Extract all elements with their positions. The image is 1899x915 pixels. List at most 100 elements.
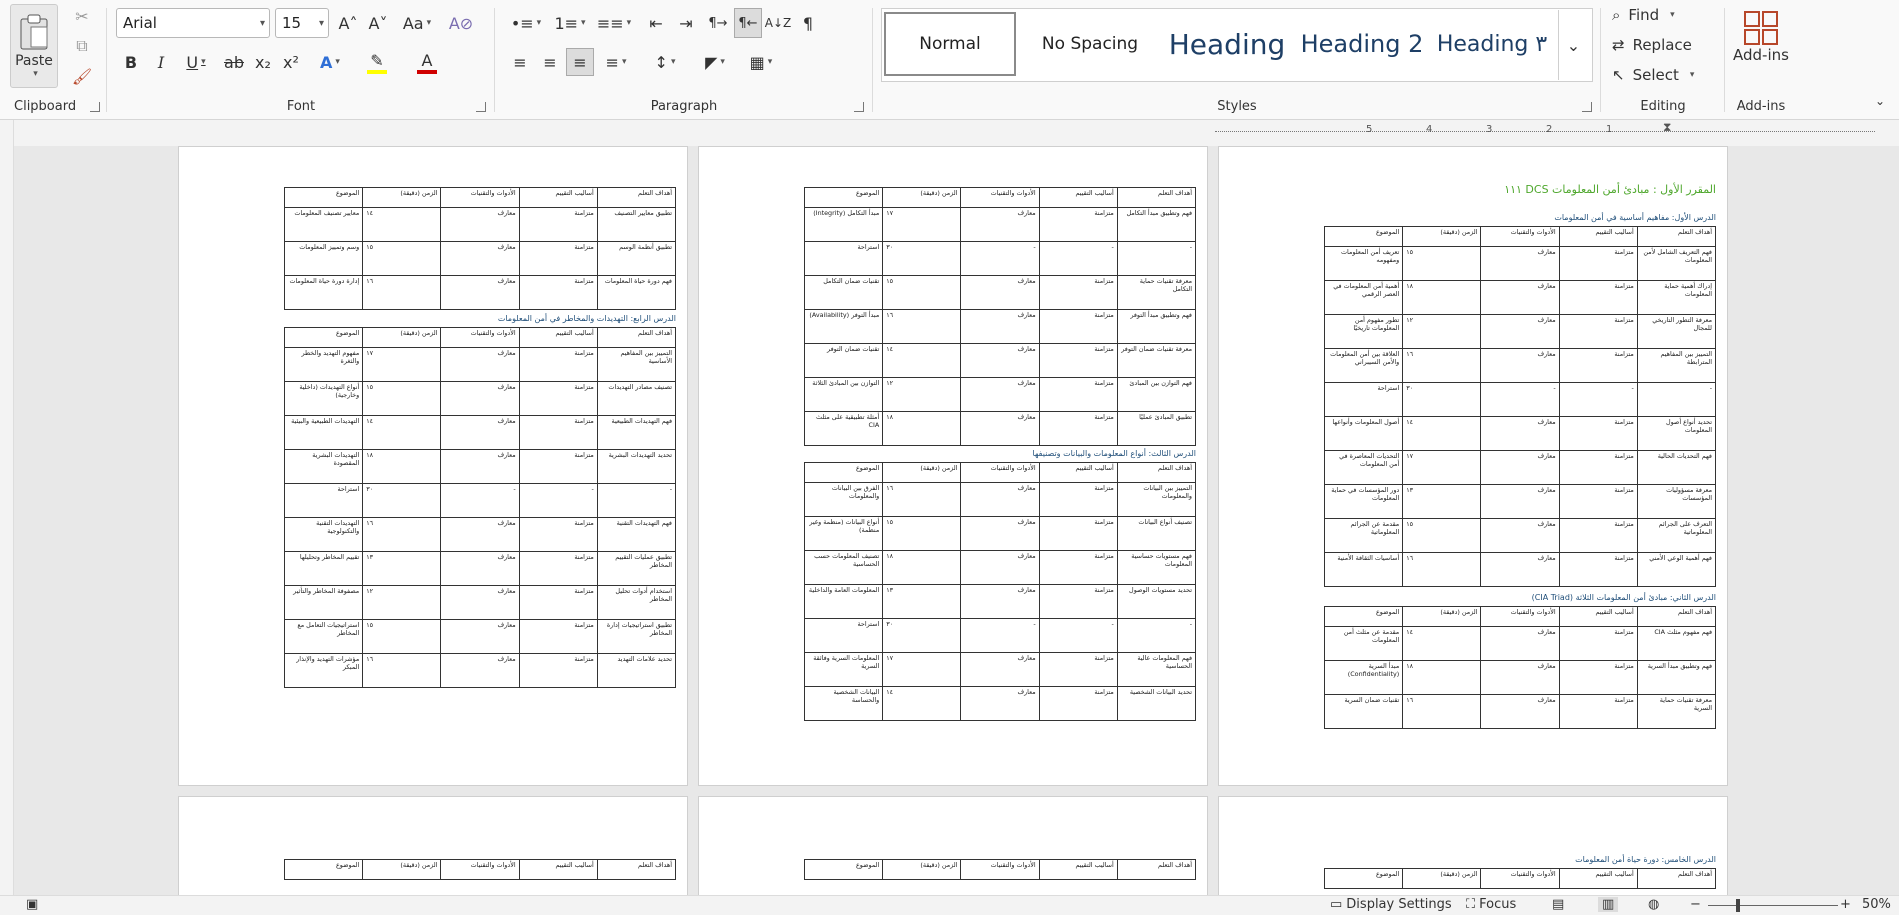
style-normal[interactable]: Normal bbox=[884, 12, 1016, 76]
font-color-button[interactable]: A bbox=[404, 48, 450, 76]
paste-button[interactable]: Paste ▾ bbox=[10, 4, 58, 88]
shading-button[interactable]: ◤ ▾ bbox=[694, 48, 736, 76]
zoom-level[interactable]: 50% bbox=[1862, 897, 1891, 912]
table-cell: ١٥ bbox=[1402, 518, 1482, 553]
table-cell: معرفة التطور التاريخي للمجال bbox=[1636, 314, 1717, 349]
table-cell: - bbox=[1116, 241, 1197, 276]
column-header: الموضوع bbox=[283, 327, 364, 348]
zoom-slider[interactable] bbox=[1708, 905, 1838, 906]
table-cell: فهم وتطبيق مبدأ التوفر bbox=[1116, 309, 1197, 344]
separator bbox=[872, 8, 873, 112]
style-heading-1[interactable]: Heading bbox=[1160, 12, 1294, 76]
format-painter-button[interactable]: 🖌 bbox=[70, 64, 94, 88]
table-cell: متزامنة bbox=[1558, 484, 1638, 519]
cut-button[interactable]: ✂ bbox=[70, 4, 94, 28]
vertical-ruler[interactable] bbox=[0, 120, 14, 895]
font-color-bar bbox=[417, 69, 437, 74]
clipboard-icon bbox=[20, 14, 48, 50]
text-effects-button[interactable]: A ▾ bbox=[310, 48, 350, 76]
style-no-spacing[interactable]: No Spacing bbox=[1020, 12, 1160, 76]
multilevel-list-button[interactable]: ≡≡ ▾ bbox=[594, 8, 634, 38]
table-row: معرفة مسؤوليات المؤسسات متزامنة معارف ١٣ دور… bbox=[1323, 484, 1717, 519]
subscript-button[interactable]: x₂ bbox=[250, 48, 276, 76]
indent-marker-icon[interactable]: ⧗ bbox=[1663, 120, 1671, 135]
decrease-indent-button[interactable]: ⇤ bbox=[642, 8, 670, 38]
table-row: التمييز بين المفاهيم الأساسية متزامنة معار… bbox=[283, 347, 677, 382]
align-left-button[interactable]: ≡ bbox=[506, 48, 534, 76]
line-spacing-button[interactable]: ↕ ▾ bbox=[644, 48, 686, 76]
superscript-button[interactable]: x² bbox=[278, 48, 304, 76]
font-name-combo[interactable]: Arial ▾ bbox=[116, 8, 270, 38]
print-layout-button[interactable]: ▥ bbox=[1598, 897, 1619, 912]
table-cell: متزامنة bbox=[518, 585, 598, 620]
justify-button[interactable]: ≡ ▾ bbox=[596, 48, 636, 76]
table-cell: التحديات المعاصرة في أمن المعلومات bbox=[1323, 450, 1404, 485]
table-cell: معارف bbox=[960, 411, 1040, 446]
table-cell: تقنيات ضمان السرية bbox=[1323, 694, 1404, 729]
document-canvas[interactable]: أهداف التعلم أساليب التقييم الأدوات والتقن… bbox=[14, 146, 1899, 895]
bullets-button[interactable]: •≡ ▾ bbox=[506, 8, 546, 38]
table-cell: ١٤ bbox=[1402, 626, 1482, 661]
column-header: أساليب التقييم bbox=[518, 327, 598, 348]
rtl-button[interactable]: ¶← bbox=[734, 8, 762, 38]
document-page: أهداف التعلم أساليب التقييم الأدوات والتقن… bbox=[698, 146, 1208, 786]
sort-button[interactable]: A↓Z bbox=[764, 8, 792, 38]
paragraph-launcher[interactable] bbox=[854, 102, 864, 112]
ltr-button[interactable]: ¶→ bbox=[704, 8, 732, 38]
table-header-row: أهداف التعلم أساليب التقييم الأدوات والتقن… bbox=[283, 187, 677, 208]
numbering-button[interactable]: 1≡ ▾ bbox=[550, 8, 590, 38]
read-mode-button[interactable]: ▤ bbox=[1552, 897, 1564, 912]
clipboard-launcher[interactable] bbox=[90, 102, 100, 112]
copy-button[interactable]: ⧉ bbox=[70, 34, 94, 58]
replace-button[interactable]: ⇄ Replace bbox=[1612, 32, 1712, 58]
styles-launcher[interactable] bbox=[1582, 102, 1592, 112]
increase-indent-button[interactable]: ⇥ bbox=[672, 8, 700, 38]
zoom-in-button[interactable]: + bbox=[1840, 897, 1851, 912]
styles-more-button[interactable]: ⌄ bbox=[1558, 10, 1588, 80]
focus-button[interactable]: ⛶ Focus bbox=[1466, 897, 1516, 912]
highlight-button[interactable]: ✎ bbox=[354, 48, 400, 76]
style-heading-3[interactable]: Heading ٣ bbox=[1430, 12, 1554, 76]
web-layout-button[interactable]: ◍ bbox=[1648, 897, 1659, 912]
zoom-out-button[interactable]: − bbox=[1690, 897, 1701, 912]
table-cell: - bbox=[596, 483, 677, 518]
find-button[interactable]: ⌕ Find ▾ bbox=[1612, 2, 1712, 28]
bold-button[interactable]: B bbox=[118, 48, 144, 76]
zoom-slider-thumb[interactable] bbox=[1736, 899, 1740, 912]
addins-button[interactable]: Add-ins bbox=[1732, 2, 1790, 72]
select-button[interactable]: ↖ Select ▾ bbox=[1612, 62, 1712, 88]
table-cell: ١٥ bbox=[362, 381, 442, 416]
collapse-ribbon-button[interactable]: ⌄ bbox=[1868, 90, 1892, 112]
font-size-combo[interactable]: 15 ▾ bbox=[275, 8, 329, 38]
separator bbox=[106, 8, 107, 112]
styles-group-label: Styles bbox=[1217, 99, 1257, 114]
clear-formatting-button[interactable]: A⊘ bbox=[446, 8, 476, 38]
book-icon: ▤ bbox=[1552, 897, 1565, 912]
show-marks-button[interactable]: ¶ bbox=[794, 8, 822, 38]
align-right-button[interactable]: ≡ bbox=[566, 48, 594, 76]
table-cell: أنواع البيانات (منظمة وغير منظمة) bbox=[803, 516, 884, 551]
style-heading-2[interactable]: Heading 2 bbox=[1294, 12, 1430, 76]
shrink-font-button[interactable]: A˅ bbox=[364, 8, 392, 38]
table-cell: ١٢ bbox=[1402, 314, 1482, 349]
macro-record-icon[interactable]: ▣ bbox=[26, 897, 38, 912]
table-cell: معارف bbox=[1480, 552, 1560, 587]
font-name-value: Arial bbox=[123, 14, 157, 32]
change-case-button[interactable]: Aa ▾ bbox=[396, 8, 438, 38]
display-settings-button[interactable]: ▭ Display Settings bbox=[1330, 897, 1452, 912]
underline-button[interactable]: U ▾ bbox=[176, 48, 216, 76]
table-cell: معارف bbox=[440, 207, 520, 242]
table-row: تصنيف مصادر التهديدات متزامنة معارف ١٥ أنواع… bbox=[283, 381, 677, 416]
strikethrough-button[interactable]: ab bbox=[220, 48, 248, 76]
column-header: أساليب التقييم bbox=[518, 859, 598, 880]
horizontal-ruler[interactable]: 5 4 3 2 1 ⧗ bbox=[1215, 120, 1875, 142]
grow-font-button[interactable]: A˄ bbox=[334, 8, 362, 38]
table-row: تحديد علامات التهديد متزامنة معارف ١٦ مؤشرات… bbox=[283, 653, 677, 688]
table-row: فهم مفهوم مثلث CIA متزامنة معارف ١٤ مقدمة عن… bbox=[1323, 626, 1717, 661]
font-launcher[interactable] bbox=[476, 102, 486, 112]
borders-button[interactable]: ▦ ▾ bbox=[740, 48, 782, 76]
center-button[interactable]: ≡ bbox=[536, 48, 564, 76]
chevron-down-icon: ⌄ bbox=[1874, 94, 1886, 108]
text-effects-icon: A bbox=[320, 52, 333, 72]
italic-button[interactable]: I bbox=[148, 48, 174, 76]
